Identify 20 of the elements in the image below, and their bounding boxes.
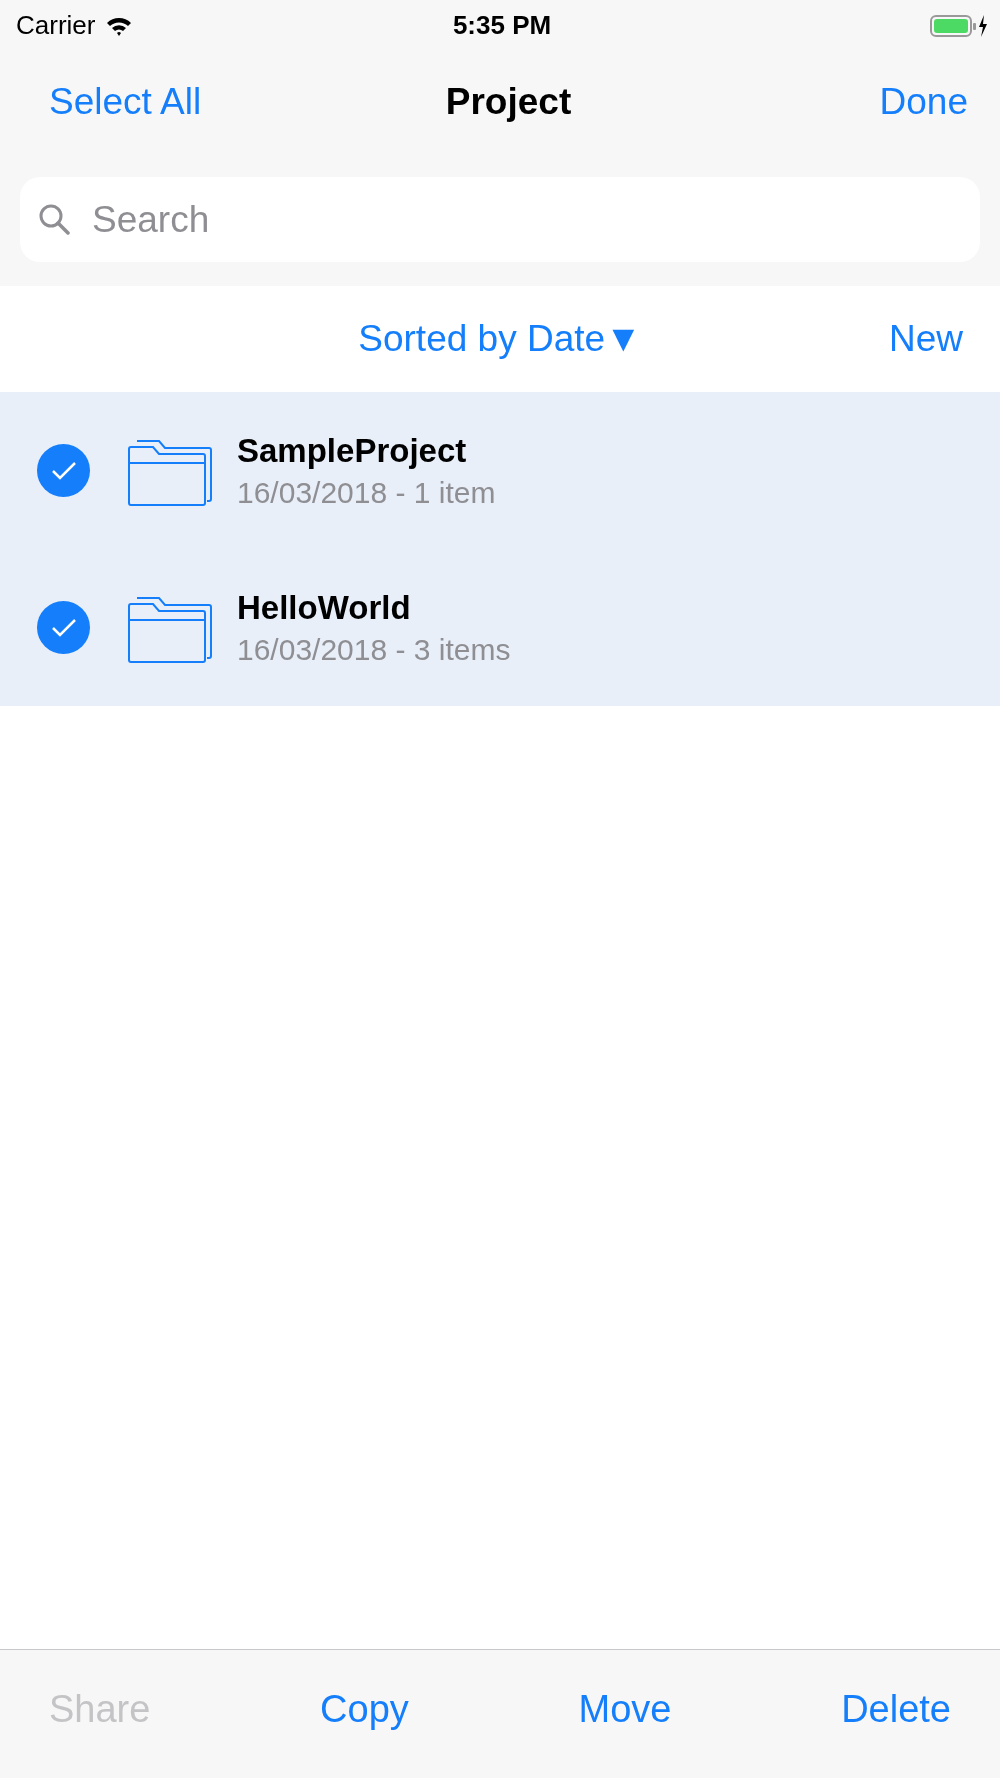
project-row[interactable]: SampleProject 16/03/2018 - 1 item [0, 392, 1000, 549]
project-details: 16/03/2018 - 3 items [237, 632, 511, 667]
sort-button[interactable]: Sorted by Date▼ [358, 318, 642, 360]
select-all-button[interactable]: Select All [49, 81, 202, 123]
project-details: 16/03/2018 - 1 item [237, 475, 496, 510]
toolbar-button[interactable]: Delete [841, 1687, 951, 1731]
carrier-label: Carrier [16, 10, 96, 41]
project-row[interactable]: HelloWorld 16/03/2018 - 3 items [0, 549, 1000, 706]
clock-time: 5:35 PM [452, 10, 552, 41]
toolbar-button[interactable]: Move [578, 1687, 672, 1731]
new-button[interactable]: New [888, 318, 963, 360]
project-name: HelloWorld [237, 588, 412, 627]
done-button[interactable]: Done [879, 81, 968, 123]
search-field[interactable]: Search [20, 177, 980, 262]
battery-charging-icon [930, 13, 988, 38]
checkmark-icon[interactable] [37, 444, 90, 497]
screen-title: Project [445, 81, 572, 123]
toolbar-button[interactable]: Copy [320, 1687, 409, 1731]
checkmark-icon[interactable] [37, 601, 90, 654]
project-name: SampleProject [237, 431, 468, 470]
